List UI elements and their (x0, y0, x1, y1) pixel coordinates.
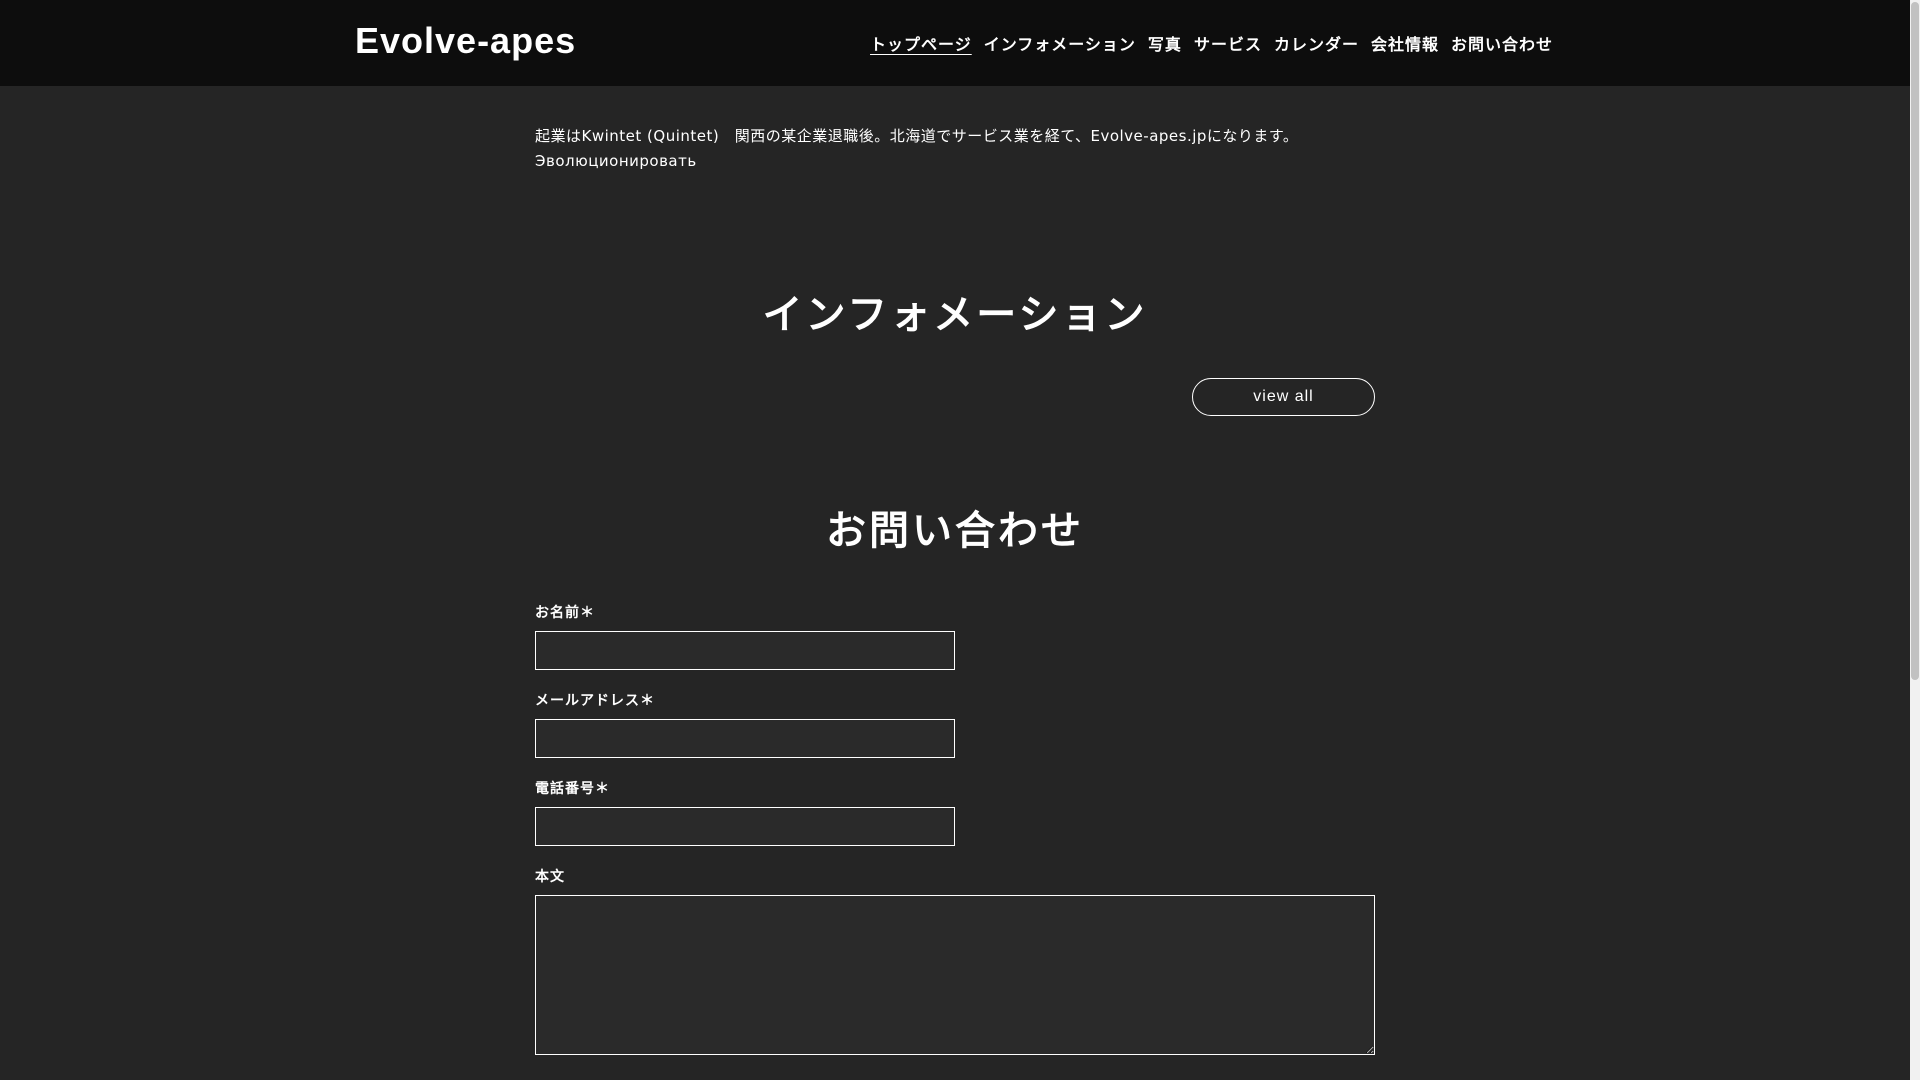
main-nav: トップページ インフォメーション 写真 サービス カレンダー 会社情報 お問い合… (870, 31, 1553, 55)
phone-label: 電話番号＊ (535, 781, 610, 797)
phone-field-group: 電話番号＊ (535, 778, 1375, 846)
nav-item-calendar[interactable]: カレンダー (1274, 31, 1359, 55)
view-all-row: view all (535, 378, 1375, 416)
email-field-group: メールアドレス＊ (535, 690, 1375, 758)
phone-input[interactable] (535, 807, 955, 846)
body-field-group: 本文 (535, 866, 1375, 1055)
scrollbar-thumb[interactable] (1911, 2, 1919, 680)
nav-item-services[interactable]: サービス (1194, 31, 1262, 55)
body-textarea[interactable] (535, 895, 1375, 1055)
site-header: Evolve-apes トップページ インフォメーション 写真 サービス カレン… (0, 0, 1910, 86)
contact-heading: お問い合わせ (826, 508, 1084, 554)
body-label: 本文 (535, 869, 565, 885)
site-logo-link[interactable]: Evolve-apes (355, 20, 576, 62)
name-field-group: お名前＊ (535, 602, 1375, 670)
nav-item-contact[interactable]: お問い合わせ (1451, 31, 1553, 55)
page-scrollbar[interactable] (1910, 0, 1920, 1080)
name-input[interactable] (535, 631, 955, 670)
information-heading: インフォメーション (762, 292, 1148, 338)
page: Evolve-apes トップページ インフォメーション 写真 サービス カレン… (0, 0, 1920, 1080)
contact-form: お名前＊ メールアドレス＊ 電話番号＊ 本文 (535, 602, 1375, 1055)
name-label: お名前＊ (535, 605, 595, 621)
view-all-button[interactable]: view all (1192, 378, 1375, 416)
intro-text: 起業はKwintet (Quintet) 関西の某企業退職後。北海道でサービス業… (535, 127, 1299, 170)
email-label: メールアドレス＊ (535, 693, 655, 709)
nav-item-company[interactable]: 会社情報 (1371, 31, 1439, 55)
nav-item-information[interactable]: インフォメーション (984, 31, 1136, 55)
main-content: 起業はKwintet (Quintet) 関西の某企業退職後。北海道でサービス業… (535, 86, 1375, 1075)
email-input[interactable] (535, 719, 955, 758)
nav-item-top[interactable]: トップページ (870, 31, 972, 55)
nav-item-photos[interactable]: 写真 (1148, 31, 1182, 55)
